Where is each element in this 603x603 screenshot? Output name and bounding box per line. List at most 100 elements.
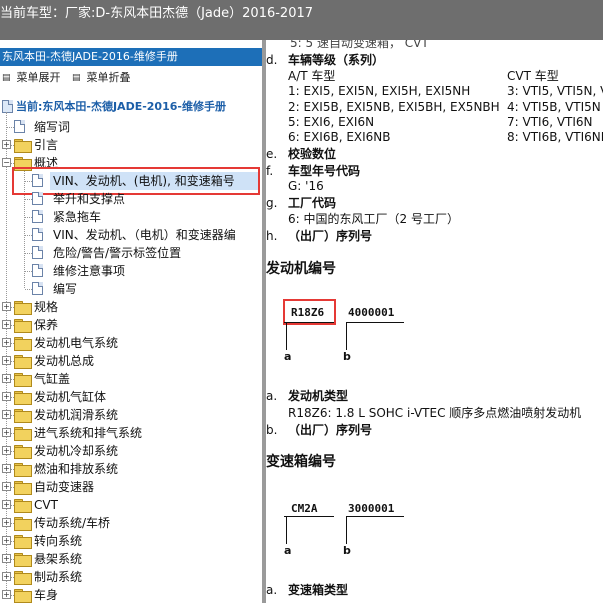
at-row: 1: EXI5, EXI5N, EXI5H, EXI5NH <box>288 84 471 98</box>
expand-toggle-icon[interactable]: + <box>2 536 11 545</box>
underline <box>346 516 404 517</box>
tree-connector <box>25 217 32 218</box>
tree-item[interactable]: + 发动机冷却系统 <box>0 442 262 460</box>
document-icon <box>32 192 43 205</box>
tree-item[interactable]: 维修注意事项 <box>0 262 262 280</box>
expand-toggle-icon[interactable]: + <box>2 320 11 329</box>
tree-item[interactable]: 紧急拖车 <box>0 208 262 226</box>
tree-item[interactable]: 举升和支撑点 <box>0 190 262 208</box>
item-title: 校验数位 <box>288 147 337 161</box>
tree-item[interactable]: + 规格 <box>0 298 262 316</box>
tree-toolbar: ▤ 菜单展开 ▤ 菜单折叠 <box>0 68 262 88</box>
content-pane: 5: 5 速自动变速箱， CVT d. 车辆等级（系列） A/T 车型 CVT … <box>266 40 603 603</box>
tree-item[interactable]: VIN、发动机、（电机）和变速器编 <box>0 226 262 244</box>
engine-serial: 4000001 <box>348 306 395 319</box>
item-value: R18Z6: 1.8 L SOHC i-VTEC 顺序多点燃油喷射发动机 <box>288 406 582 420</box>
expand-toggle-icon[interactable]: + <box>2 500 11 509</box>
expand-toggle-icon[interactable]: + <box>2 464 11 473</box>
item-value: 6: 中国的东风工厂（2 号工厂） <box>288 212 459 226</box>
cvt-row: 4: VTI5B, VTI5N <box>507 100 601 114</box>
item-title: 车型年号代码 <box>288 164 361 178</box>
expand-toggle-icon[interactable]: + <box>2 572 11 581</box>
tree-item[interactable]: + 引言 <box>0 136 262 154</box>
tree-root[interactable]: 当前:东风本田-杰德JADE-2016-维修手册 <box>0 98 262 116</box>
tree-item-label: 传动系统/车桥 <box>34 516 111 530</box>
tree-item[interactable]: 编写 <box>0 280 262 298</box>
folder-icon <box>14 535 32 549</box>
tree-item-label: VIN、发动机、（电机）和变速器编 <box>53 228 236 242</box>
item-marker: e. <box>266 147 278 161</box>
tree-item-label: 发动机电气系统 <box>34 336 119 350</box>
tree-item[interactable]: + 悬架系统 <box>0 550 262 568</box>
item-title: （出厂）序列号 <box>288 423 373 437</box>
folder-icon <box>14 301 32 315</box>
expand-toggle-icon[interactable]: + <box>2 554 11 563</box>
trans-code: CM2A <box>291 502 318 515</box>
pointer-line <box>346 322 347 350</box>
item-title: 变速箱类型 <box>288 583 349 597</box>
expand-toggle-icon[interactable]: + <box>2 338 11 347</box>
tree-item-label: 举升和支撑点 <box>53 192 126 206</box>
folder-icon <box>14 373 32 387</box>
underline <box>346 322 404 323</box>
expand-toggle-icon[interactable]: + <box>2 302 11 311</box>
tree-connector <box>25 199 32 200</box>
tree-item[interactable]: + 自动变速器 <box>0 478 262 496</box>
tree-item[interactable]: + 发动机气缸体 <box>0 388 262 406</box>
tree-item[interactable]: + 发动机润滑系统 <box>0 406 262 424</box>
section-heading: 变速箱编号 <box>266 454 336 470</box>
tree-item[interactable]: 缩写词 <box>0 118 262 136</box>
engine-code: R18Z6 <box>291 306 325 319</box>
folder-icon <box>14 139 32 153</box>
tree-item[interactable]: + 制动系统 <box>0 568 262 586</box>
expand-toggle-icon[interactable]: + <box>2 518 11 527</box>
tree-item-label: 车身 <box>34 588 59 602</box>
document-icon <box>14 120 25 133</box>
tree-item-label: 气缸盖 <box>34 372 71 386</box>
expand-toggle-icon[interactable]: + <box>2 374 11 383</box>
item-title: （出厂）序列号 <box>288 229 373 243</box>
tree-item[interactable]: + CVT <box>0 496 262 514</box>
callout-label: a <box>284 544 292 557</box>
tree-item[interactable]: + 进气系统和排气系统 <box>0 424 262 442</box>
tree-item[interactable]: + 气缸盖 <box>0 370 262 388</box>
tree-connector <box>25 235 32 236</box>
item-marker: d. <box>266 53 278 67</box>
expand-menu-button[interactable]: ▤ 菜单展开 <box>2 68 61 88</box>
tree-item[interactable]: + 发动机电气系统 <box>0 334 262 352</box>
tree-item[interactable]: + 车身 <box>0 586 262 603</box>
folder-icon <box>14 517 32 531</box>
tree-item-label: 自动变速器 <box>34 480 95 494</box>
tree-item[interactable]: + 燃油和排放系统 <box>0 460 262 478</box>
tree-item[interactable]: + 保养 <box>0 316 262 334</box>
tree-item-label: 引言 <box>34 138 59 152</box>
item-marker: a. <box>266 389 278 403</box>
tree-item-label: 缩写词 <box>34 120 71 134</box>
pointer-line <box>286 322 287 350</box>
expand-toggle-icon[interactable]: + <box>2 482 11 491</box>
collapse-toggle-icon[interactable]: − <box>2 158 11 167</box>
document-icon <box>32 246 43 259</box>
expand-toggle-icon[interactable]: + <box>2 590 11 599</box>
document-icon <box>32 264 43 277</box>
tree-item[interactable]: + 传动系统/车桥 <box>0 514 262 532</box>
tree-connector <box>25 289 32 290</box>
tree-item-label: CVT <box>34 498 58 512</box>
tree-item-label: 转向系统 <box>34 534 83 548</box>
collapse-menu-button[interactable]: ▤ 菜单折叠 <box>72 68 131 88</box>
expand-toggle-icon[interactable]: + <box>2 392 11 401</box>
tree-item[interactable]: 危险/警告/警示标签位置 <box>0 244 262 262</box>
item-marker: a. <box>266 583 278 597</box>
at-row: 6: EXI6B, EXI6NB <box>288 130 391 144</box>
tree-item[interactable]: + 发动机总成 <box>0 352 262 370</box>
title-bar: 当前车型：厂家:D-东风本田杰德（Jade）2016-2017 <box>0 0 603 40</box>
expand-toggle-icon[interactable]: + <box>2 446 11 455</box>
folder-icon <box>14 427 32 441</box>
expand-toggle-icon[interactable]: + <box>2 410 11 419</box>
tree-item[interactable]: + 转向系统 <box>0 532 262 550</box>
expand-toggle-icon[interactable]: + <box>2 140 11 149</box>
folder-icon <box>14 481 32 495</box>
tree-item-label: 发动机总成 <box>34 354 95 368</box>
expand-toggle-icon[interactable]: + <box>2 428 11 437</box>
expand-toggle-icon[interactable]: + <box>2 356 11 365</box>
